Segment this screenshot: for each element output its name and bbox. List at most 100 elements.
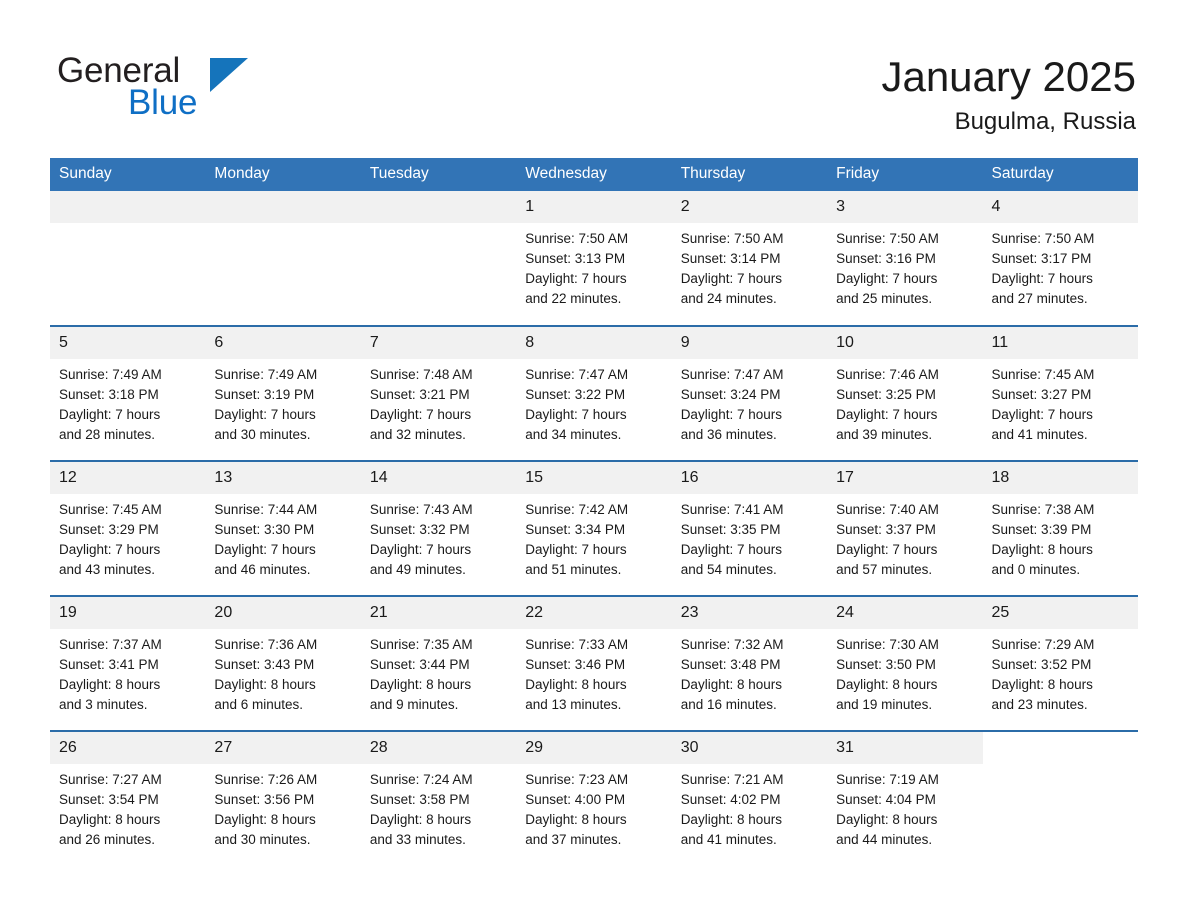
sunrise-time: Sunrise: 7:40 AM <box>836 502 939 517</box>
day-details: Sunrise: 7:50 AM Sunset: 3:13 PM Daylight:… <box>516 223 671 309</box>
daylight-duration-line2: and 46 minutes. <box>214 562 311 577</box>
daylight-duration-line1: Daylight: 8 hours <box>369 677 472 692</box>
daylight-duration-line2: and 25 minutes. <box>836 291 933 306</box>
calendar-day-cell[interactable]: 18 Sunrise: 7:38 AM Sunset: 3:39 PM Dayligh… <box>982 460 1138 596</box>
calendar-day-cell[interactable]: 23 Sunrise: 7:32 AM Sunset: 3:48 PM Dayligh… <box>671 595 828 731</box>
day-number: 19 <box>50 597 206 629</box>
calendar-day-cell[interactable]: 13 Sunrise: 7:44 AM Sunset: 3:30 PM Dayligh… <box>205 460 361 596</box>
day-details: Sunrise: 7:45 AM Sunset: 3:29 PM Daylight:… <box>50 494 205 580</box>
day-number <box>50 191 206 223</box>
sunset-time: Sunset: 4:00 PM <box>525 792 626 807</box>
day-number: 25 <box>982 597 1138 629</box>
daylight-duration-line1: Daylight: 8 hours <box>59 677 161 692</box>
sunrise-time: Sunrise: 7:21 AM <box>680 772 784 787</box>
day-number: 23 <box>671 597 828 629</box>
weekday-header-monday: Monday <box>205 158 361 191</box>
sunrise-time: Sunrise: 7:35 AM <box>369 637 473 652</box>
sunset-time: Sunset: 3:56 PM <box>214 792 315 807</box>
sunrise-time: Sunrise: 7:24 AM <box>369 772 473 787</box>
calendar-day-cell[interactable]: 30 Sunrise: 7:21 AM Sunset: 4:02 PM Dayligh… <box>671 730 828 866</box>
day-number: 13 <box>205 462 361 494</box>
calendar-week-row: 19 Sunrise: 7:37 AM Sunset: 3:41 PM Dayligh… <box>50 595 1138 731</box>
calendar-day-cell[interactable]: 22 Sunrise: 7:33 AM Sunset: 3:46 PM Dayligh… <box>516 595 672 731</box>
day-details: Sunrise: 7:30 AM Sunset: 3:50 PM Daylight:… <box>827 629 982 715</box>
calendar-day-cell[interactable]: 27 Sunrise: 7:26 AM Sunset: 3:56 PM Dayligh… <box>205 730 361 866</box>
calendar-day-cell[interactable]: 20 Sunrise: 7:36 AM Sunset: 3:43 PM Dayligh… <box>205 595 361 731</box>
sunset-time: Sunset: 3:30 PM <box>214 522 315 537</box>
sunrise-time: Sunrise: 7:33 AM <box>525 637 629 652</box>
page-title: January 2025 <box>881 53 1136 100</box>
day-number: 21 <box>360 597 517 629</box>
calendar-day-cell-empty <box>205 191 361 326</box>
calendar-day-cell[interactable]: 11 Sunrise: 7:45 AM Sunset: 3:27 PM Dayligh… <box>982 325 1138 461</box>
daylight-duration-line1: Daylight: 7 hours <box>525 542 627 557</box>
day-details: Sunrise: 7:33 AM Sunset: 3:46 PM Daylight:… <box>516 629 671 715</box>
calendar-day-cell[interactable]: 25 Sunrise: 7:29 AM Sunset: 3:52 PM Dayligh… <box>982 595 1138 731</box>
daylight-duration-line1: Daylight: 7 hours <box>991 407 1093 422</box>
day-number: 5 <box>50 327 206 359</box>
daylight-duration-line2: and 34 minutes. <box>525 427 622 442</box>
sunrise-time: Sunrise: 7:45 AM <box>59 502 162 517</box>
calendar-day-cell[interactable]: 15 Sunrise: 7:42 AM Sunset: 3:34 PM Dayligh… <box>516 460 672 596</box>
day-details: Sunrise: 7:27 AM Sunset: 3:54 PM Daylight:… <box>50 764 205 850</box>
calendar-day-cell[interactable]: 12 Sunrise: 7:45 AM Sunset: 3:29 PM Dayligh… <box>50 460 206 596</box>
calendar-day-cell[interactable]: 28 Sunrise: 7:24 AM Sunset: 3:58 PM Dayligh… <box>360 730 517 866</box>
calendar-day-cell-empty <box>982 730 1138 866</box>
general-blue-logo[interactable]: General Blue <box>57 52 317 126</box>
day-number: 7 <box>360 327 517 359</box>
calendar-day-cell[interactable]: 4 Sunrise: 7:50 AM Sunset: 3:17 PM Daylight… <box>982 191 1138 326</box>
weekday-header-tuesday: Tuesday <box>360 158 517 191</box>
calendar-day-cell[interactable]: 6 Sunrise: 7:49 AM Sunset: 3:19 PM Daylight… <box>205 325 361 461</box>
daylight-duration-line2: and 27 minutes. <box>991 291 1088 306</box>
day-number: 4 <box>982 191 1138 223</box>
sunset-time: Sunset: 3:50 PM <box>836 657 936 672</box>
sunset-time: Sunset: 3:35 PM <box>680 522 781 537</box>
daylight-duration-line1: Daylight: 7 hours <box>369 407 472 422</box>
day-number: 22 <box>516 597 672 629</box>
daylight-duration-line2: and 19 minutes. <box>836 697 933 712</box>
weekday-header-sunday: Sunday <box>50 158 206 191</box>
daylight-duration-line1: Daylight: 7 hours <box>836 542 938 557</box>
sunset-time: Sunset: 3:13 PM <box>525 251 626 266</box>
calendar-day-cell[interactable]: 8 Sunrise: 7:47 AM Sunset: 3:22 PM Daylight… <box>516 325 672 461</box>
daylight-duration-line1: Daylight: 7 hours <box>836 271 938 286</box>
day-number: 6 <box>205 327 361 359</box>
sunset-time: Sunset: 3:54 PM <box>59 792 159 807</box>
daylight-duration-line2: and 0 minutes. <box>991 562 1081 577</box>
day-number: 28 <box>360 732 517 764</box>
sunset-time: Sunset: 3:16 PM <box>836 251 936 266</box>
calendar-day-cell[interactable]: 24 Sunrise: 7:30 AM Sunset: 3:50 PM Dayligh… <box>827 595 983 731</box>
daylight-duration-line2: and 23 minutes. <box>991 697 1088 712</box>
calendar-day-cell[interactable]: 17 Sunrise: 7:40 AM Sunset: 3:37 PM Dayligh… <box>827 460 983 596</box>
sunrise-time: Sunrise: 7:50 AM <box>525 231 629 246</box>
calendar-day-cell[interactable]: 5 Sunrise: 7:49 AM Sunset: 3:18 PM Daylight… <box>50 325 206 461</box>
sunset-time: Sunset: 3:52 PM <box>991 657 1092 672</box>
weekday-header-thursday: Thursday <box>671 158 828 191</box>
calendar-day-cell[interactable]: 2 Sunrise: 7:50 AM Sunset: 3:14 PM Daylight… <box>671 191 828 326</box>
calendar-day-cell[interactable]: 3 Sunrise: 7:50 AM Sunset: 3:16 PM Daylight… <box>827 191 983 326</box>
sunset-time: Sunset: 4:04 PM <box>836 792 936 807</box>
calendar-day-cell[interactable]: 19 Sunrise: 7:37 AM Sunset: 3:41 PM Dayligh… <box>50 595 206 731</box>
calendar-day-cell[interactable]: 31 Sunrise: 7:19 AM Sunset: 4:04 PM Dayligh… <box>827 730 983 866</box>
day-details: Sunrise: 7:44 AM Sunset: 3:30 PM Daylight:… <box>205 494 360 580</box>
calendar-day-cell[interactable]: 9 Sunrise: 7:47 AM Sunset: 3:24 PM Daylight… <box>671 325 828 461</box>
calendar-day-cell[interactable]: 7 Sunrise: 7:48 AM Sunset: 3:21 PM Daylight… <box>360 325 517 461</box>
calendar-day-cell[interactable]: 21 Sunrise: 7:35 AM Sunset: 3:44 PM Dayligh… <box>360 595 517 731</box>
daylight-duration-line2: and 41 minutes. <box>680 832 777 847</box>
weekday-header-saturday: Saturday <box>982 158 1138 191</box>
calendar-day-cell[interactable]: 10 Sunrise: 7:46 AM Sunset: 3:25 PM Dayligh… <box>827 325 983 461</box>
day-details: Sunrise: 7:49 AM Sunset: 3:18 PM Daylight:… <box>50 359 205 445</box>
calendar-day-cell[interactable]: 1 Sunrise: 7:50 AM Sunset: 3:13 PM Daylight… <box>516 191 672 326</box>
calendar-day-cell[interactable]: 14 Sunrise: 7:43 AM Sunset: 3:32 PM Dayligh… <box>360 460 517 596</box>
daylight-duration-line1: Daylight: 8 hours <box>991 677 1093 692</box>
sunrise-time: Sunrise: 7:50 AM <box>680 231 784 246</box>
day-number: 12 <box>50 462 206 494</box>
sunrise-time: Sunrise: 7:42 AM <box>525 502 629 517</box>
day-number: 14 <box>360 462 517 494</box>
daylight-duration-line1: Daylight: 7 hours <box>680 407 782 422</box>
sunset-time: Sunset: 3:34 PM <box>525 522 626 537</box>
calendar-day-cell[interactable]: 26 Sunrise: 7:27 AM Sunset: 3:54 PM Dayligh… <box>50 730 206 866</box>
calendar-day-cell[interactable]: 16 Sunrise: 7:41 AM Sunset: 3:35 PM Dayligh… <box>671 460 828 596</box>
sunset-time: Sunset: 3:29 PM <box>59 522 159 537</box>
calendar-day-cell[interactable]: 29 Sunrise: 7:23 AM Sunset: 4:00 PM Dayligh… <box>516 730 672 866</box>
